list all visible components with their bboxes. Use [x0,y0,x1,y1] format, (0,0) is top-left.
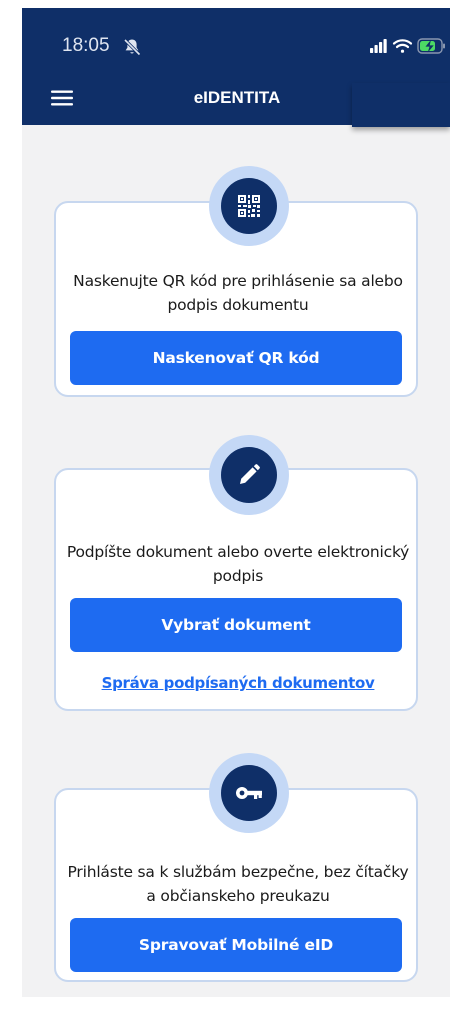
key-badge [209,753,289,833]
page-title: eIDENTITA [193,88,281,107]
qr-badge [209,166,289,246]
qr-code-icon [238,195,260,217]
mobile-eid-description: Prihláste sa k službám bezpečne, bez čít… [67,863,409,905]
document-sign-description: Podpíšte dokument alebo overte elektroni… [66,543,410,585]
pencil-icon [240,464,260,484]
select-document-button[interactable]: Vybrať dokument [70,598,402,652]
app-screen: 18:05 eIDENTITA Naskenujte QR kód pre pr… [22,8,450,997]
status-icons [370,38,445,54]
app-header: 18:05 eIDENTITA [22,8,450,127]
signal-icon [370,39,387,53]
qr-scan-description: Naskenujte QR kód pre prihlásenie sa ale… [73,272,403,314]
key-icon [236,787,262,799]
bell-slash-icon [123,38,141,56]
pencil-badge [209,435,289,515]
manage-mobile-eid-button[interactable]: Spravovať Mobilné eID [70,918,402,972]
header-overlay-tab [352,83,450,127]
status-time: 18:05 [62,35,110,56]
wifi-icon [392,39,413,53]
menu-button[interactable] [48,87,76,109]
signed-documents-link[interactable]: Správa podpísaných dokumentov [64,671,412,695]
hamburger-menu-icon [51,90,73,106]
battery-charging-icon [417,38,445,54]
scan-qr-button[interactable]: Naskenovať QR kód [70,331,402,385]
